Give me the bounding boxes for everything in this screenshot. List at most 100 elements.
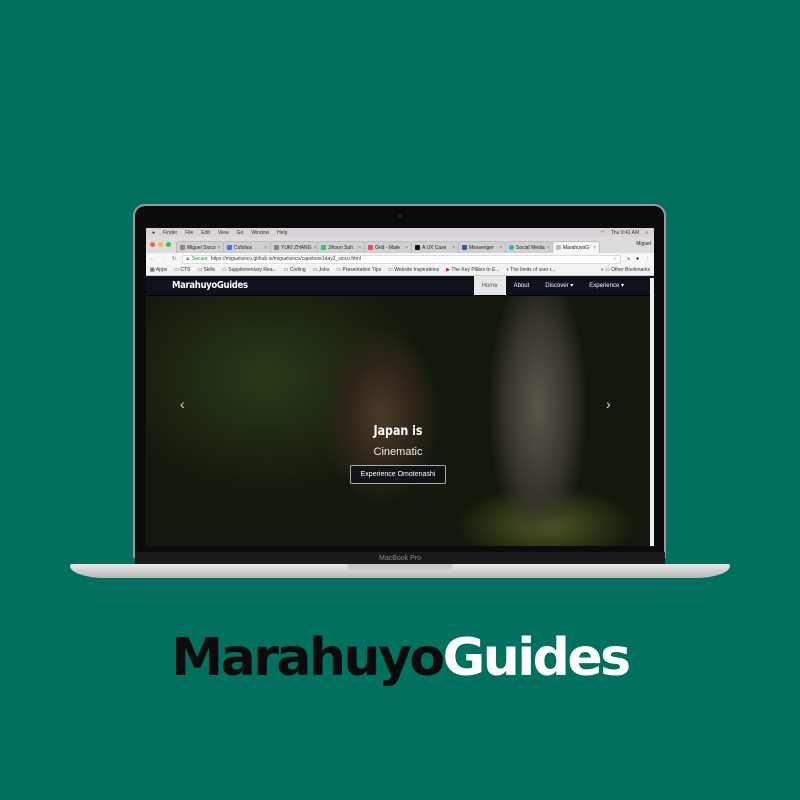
extension-icon[interactable]: ●	[627, 256, 630, 262]
tab-label: Miguel Sioco	[187, 244, 216, 251]
menu-file[interactable]: File	[185, 230, 193, 236]
bookmark-label: Website Inspirations	[394, 267, 440, 273]
close-tab-icon[interactable]: ×	[499, 245, 502, 251]
bookmark-folder[interactable]: ▭ Website Inspirations	[388, 267, 439, 273]
close-tab-icon[interactable]: ×	[547, 245, 550, 251]
bookmark-folder[interactable]: ▭ Supplementary Rea...	[222, 267, 276, 273]
hero-subtitle: Cinematic	[373, 446, 423, 458]
back-icon[interactable]: ←	[150, 256, 155, 262]
tab-label: Social Media	[516, 244, 545, 251]
favicon-icon	[556, 245, 561, 250]
bookmark-folder[interactable]: ▭ CTS	[174, 267, 190, 273]
menu-finder[interactable]: Finder	[163, 230, 177, 236]
logo-part1: Marahuyo	[171, 628, 445, 688]
close-tab-icon[interactable]: ×	[405, 245, 408, 251]
hero-title: Japan is	[373, 424, 423, 439]
reload-icon[interactable]: ↻	[172, 256, 176, 262]
bookmark-folder[interactable]: ▭ Skills	[197, 267, 215, 273]
favicon-icon	[415, 245, 420, 250]
nav-about[interactable]: About	[506, 276, 538, 295]
clock[interactable]: Thu 9:41 AM	[611, 230, 639, 236]
tab-strip: Miguel Sioco × Cofolios × YUKI ZHANG × Jiho…	[146, 237, 654, 253]
bookmark-label: Jobs	[318, 267, 330, 273]
tab-label: Cofolios	[234, 244, 253, 251]
tab[interactable]: Messenger ×	[458, 241, 506, 253]
nav-home[interactable]: Home	[473, 276, 506, 295]
site-brand[interactable]: MarahuyoGuides	[172, 280, 248, 291]
tab-label: Grid - Mate	[375, 244, 401, 251]
tab[interactable]: Miguel Sioco ×	[176, 241, 224, 253]
favicon-icon	[509, 245, 514, 250]
star-icon[interactable]: ☆	[612, 256, 616, 262]
logo-part2: Guides	[442, 628, 631, 688]
carousel-next-icon[interactable]: ›	[606, 396, 611, 412]
menu-edit[interactable]: Edit	[201, 230, 210, 236]
tab[interactable]: Cofolios ×	[223, 241, 271, 253]
nav-experience[interactable]: Experience ▾	[581, 276, 632, 295]
bookmark-link[interactable]: ▶ The Key Pillars to E...	[446, 267, 499, 273]
bookmarks-bar: ▦ Apps ▭ CTS ▭ Skills ▭ Supplementary Re…	[146, 265, 654, 276]
tab[interactable]: Social Media ×	[505, 241, 553, 253]
bookmark-label: The Key Pillars to E...	[451, 267, 500, 273]
bookmark-folder[interactable]: ▭ Jobs	[313, 267, 330, 273]
close-tab-icon[interactable]: ×	[358, 245, 361, 251]
close-tab-icon[interactable]: ×	[218, 245, 221, 251]
profile-name[interactable]: Miguel	[636, 241, 651, 247]
url-text: https://miguelsioco.github.io/miguelsioc…	[210, 256, 361, 262]
favicon-icon	[462, 245, 467, 250]
forward-icon[interactable]: →	[161, 256, 166, 262]
minimize-window-button[interactable]	[158, 242, 163, 247]
experience-button[interactable]: Experience Omotenashi	[350, 465, 446, 484]
tab-label: Messenger	[469, 244, 494, 251]
favicon-icon	[274, 245, 279, 250]
tab[interactable]: Jihoon Suh ×	[317, 241, 365, 253]
bookmark-label: CTS	[180, 267, 191, 273]
bookmark-link[interactable]: ♦ The limits of user r...	[506, 267, 555, 273]
search-icon[interactable]: ⌕	[645, 230, 648, 236]
favicon-icon	[227, 245, 232, 250]
nav-discover[interactable]: Discover ▾	[537, 276, 581, 295]
bookmark-apps[interactable]: ▦ Apps	[150, 267, 167, 273]
bookmark-label: Apps	[155, 267, 168, 273]
laptop-screen: ● Finder File Edit View Go Window Help ◠…	[146, 228, 654, 546]
bulb-icon: ♦	[506, 267, 509, 273]
tab[interactable]: Grid - Mate ×	[364, 241, 412, 253]
address-bar-row: ← → ↻ 🔒︎ Secure https://miguelsioco.gith…	[146, 253, 654, 265]
youtube-icon: ▶	[446, 267, 451, 273]
secure-label: Secure	[191, 256, 208, 262]
apple-icon[interactable]: ●	[152, 230, 155, 236]
menu-go[interactable]: Go	[237, 230, 244, 236]
bookmark-folder[interactable]: ▭ Coding	[284, 267, 306, 273]
bookmark-label: Supplementary Rea...	[228, 267, 277, 273]
maximize-window-button[interactable]	[166, 242, 171, 247]
more-menu-icon[interactable]: ⋮	[645, 256, 650, 262]
scrollbar[interactable]	[650, 278, 654, 546]
tab[interactable]: YUKI ZHANG ×	[270, 241, 318, 253]
mac-menu-bar: ● Finder File Edit View Go Window Help ◠…	[146, 228, 654, 237]
bookmark-folder[interactable]: ▭ Presentation Tips	[336, 267, 381, 273]
carousel-prev-icon[interactable]: ‹	[180, 396, 185, 412]
site-navbar: MarahuyoGuides Home About Discover ▾ Exp…	[146, 276, 654, 295]
favicon-icon	[321, 245, 326, 250]
url-input[interactable]: 🔒︎ Secure https://miguelsioco.github.io/…	[182, 254, 621, 264]
tab[interactable]: A UX Case ×	[411, 241, 459, 253]
favicon-icon	[368, 245, 373, 250]
other-bookmarks[interactable]: » ▭ Other Bookmarks	[601, 267, 650, 273]
tab-label: YUKI ZHANG	[281, 244, 312, 251]
close-tab-icon[interactable]: ×	[264, 245, 267, 251]
menu-window[interactable]: Window	[251, 230, 269, 236]
brand-logo: MarahuyoGuides	[0, 628, 800, 688]
close-window-button[interactable]	[150, 242, 155, 247]
close-tab-icon[interactable]: ×	[593, 245, 596, 251]
tab-active[interactable]: MarahuyoG ×	[552, 241, 600, 253]
hero-carousel: ‹ › Japan is Cinematic Experience Omoten…	[146, 296, 650, 546]
tab-label: Jihoon Suh	[328, 244, 354, 251]
wifi-icon[interactable]: ◠	[600, 230, 604, 236]
close-tab-icon[interactable]: ×	[452, 245, 455, 251]
device-label: MacBook Pro	[135, 552, 665, 564]
menu-view[interactable]: View	[218, 230, 229, 236]
laptop-notch	[347, 564, 453, 570]
extension-icon[interactable]: ●	[636, 256, 639, 262]
bookmark-label: Presentation Tips	[342, 267, 382, 273]
menu-help[interactable]: Help	[277, 230, 287, 236]
